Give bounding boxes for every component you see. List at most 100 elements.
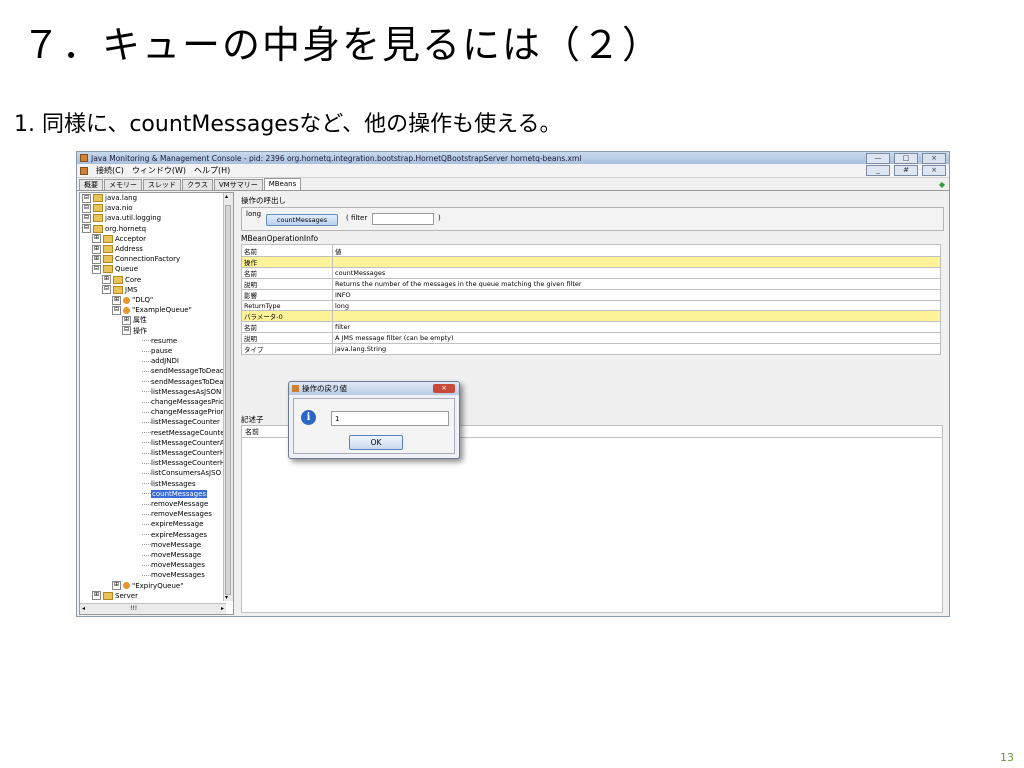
tab-mbeans[interactable]: MBeans xyxy=(263,178,302,190)
menu-window[interactable]: ウィンドウ(W) xyxy=(132,165,186,176)
table-row[interactable]: 名前 countMessages xyxy=(241,267,941,279)
table-row[interactable]: 操作 xyxy=(241,256,941,268)
tab-classes[interactable]: クラス xyxy=(182,179,213,190)
tree-node-label: changeMessagePriorit xyxy=(151,408,229,417)
close-button[interactable]: × xyxy=(922,152,946,164)
tree-node-label: listConsumersAsJSO xyxy=(151,469,222,478)
tree-node[interactable]: ⊞ Acceptor xyxy=(92,234,146,244)
tree-node[interactable]: ⊟ java.util.logging xyxy=(82,213,161,223)
tree-node[interactable]: ⊟ java.nio xyxy=(82,203,133,213)
tree-node[interactable]: ⊟ 操作 xyxy=(122,326,147,336)
tree-node[interactable]: ⊞ Server xyxy=(92,591,138,601)
tab-memory[interactable]: メモリー xyxy=(104,179,142,190)
expand-icon[interactable]: ⊞ xyxy=(92,234,101,244)
window-titlebar[interactable]: Java Monitoring & Management Console - p… xyxy=(77,152,949,164)
collapse-icon[interactable]: ⊟ xyxy=(82,224,91,234)
expand-icon[interactable]: ⊞ xyxy=(112,581,121,591)
inner-minimize-button[interactable]: _ xyxy=(866,165,890,176)
tree-node[interactable]: addJNDI xyxy=(142,356,179,366)
table-row[interactable]: ReturnType long xyxy=(241,300,941,311)
menu-connection[interactable]: 接続(C) xyxy=(96,165,124,176)
tree-node[interactable]: expireMessage xyxy=(142,519,203,529)
expand-icon[interactable]: ⊞ xyxy=(122,315,131,325)
tree-node[interactable]: moveMessage xyxy=(142,550,201,560)
table-row[interactable]: パラメータ-0 xyxy=(241,310,941,322)
folder-icon xyxy=(93,194,103,202)
tree-node[interactable]: ⊞ 属性 xyxy=(122,315,147,325)
tab-overview[interactable]: 概要 xyxy=(79,179,103,190)
collapse-icon[interactable]: ⊟ xyxy=(82,203,91,213)
tree-node[interactable]: ⊟ Queue xyxy=(92,264,138,274)
inner-close-button[interactable]: × xyxy=(922,165,946,176)
expand-icon[interactable]: ⊞ xyxy=(92,244,101,254)
tree-node[interactable]: listMessagesAsJSON xyxy=(142,387,221,397)
collapse-icon[interactable]: ⊟ xyxy=(82,193,91,203)
tree-node[interactable]: listMessages xyxy=(142,479,196,489)
tree-node[interactable]: ⊞ "ExpiryQueue" xyxy=(112,581,183,591)
tree-node[interactable]: expireMessages xyxy=(142,530,207,540)
scroll-down-icon[interactable]: ▾ xyxy=(225,594,228,601)
collapse-icon[interactable]: ⊟ xyxy=(112,305,121,315)
tree-node[interactable]: sendMessageToDeadL xyxy=(142,366,228,376)
tree-node[interactable]: ⊟ JMS xyxy=(102,285,138,295)
expand-icon[interactable]: ⊞ xyxy=(92,591,101,601)
tree-node[interactable]: listMessageCounterHi xyxy=(142,448,227,458)
tree-node[interactable]: changeMessagePriorit xyxy=(142,407,228,417)
expand-icon[interactable]: ⊞ xyxy=(112,295,121,305)
scroll-left-icon[interactable]: ◂ xyxy=(82,605,85,612)
tree-node[interactable]: listMessageCounter xyxy=(142,417,220,427)
tree-node[interactable]: removeMessages xyxy=(142,509,212,519)
ok-button[interactable]: OK xyxy=(349,435,403,450)
tree-node[interactable]: listConsumersAsJSO xyxy=(142,468,221,478)
tab-threads[interactable]: スレッド xyxy=(143,179,181,190)
inner-restore-button[interactable]: # xyxy=(894,165,918,176)
table-row[interactable]: 影響 INFO xyxy=(241,289,941,301)
scroll-grip[interactable]: !!! xyxy=(130,605,137,612)
collapse-icon[interactable]: ⊟ xyxy=(122,326,131,336)
connect-arrow-icon[interactable]: ◆ xyxy=(939,180,945,189)
table-row[interactable]: タイプ java.lang.String xyxy=(241,343,941,355)
table-row[interactable]: 説明 Returns the number of the messages in … xyxy=(241,278,941,290)
expand-icon[interactable]: ⊞ xyxy=(102,275,111,285)
scroll-right-icon[interactable]: ▸ xyxy=(221,605,224,612)
dialog-title: 操作の戻り値 xyxy=(302,384,347,393)
tree-node[interactable]: resume xyxy=(142,336,177,346)
scroll-up-icon[interactable]: ▴ xyxy=(225,193,228,200)
maximize-button[interactable]: □ xyxy=(894,152,918,164)
tree-node[interactable]: ⊟ "ExampleQueue" xyxy=(112,305,192,315)
return-type: long xyxy=(246,210,262,218)
tree-node[interactable]: moveMessages xyxy=(142,570,205,580)
tree-node[interactable]: ⊞ Address xyxy=(92,244,143,254)
expand-icon[interactable]: ⊞ xyxy=(92,254,101,264)
filter-input[interactable] xyxy=(372,213,434,225)
tree-node[interactable]: countMessages xyxy=(142,489,208,499)
tree-node[interactable]: ⊞ ConnectionFactory xyxy=(92,254,180,264)
dialog-close-button[interactable]: × xyxy=(433,384,455,393)
return-value-field[interactable]: 1 xyxy=(331,411,449,426)
tree-node[interactable]: sendMessagesToDead xyxy=(142,377,228,387)
tree-scroll-thumb[interactable] xyxy=(225,205,231,595)
tree-node[interactable]: listMessageCounterHi xyxy=(142,458,227,468)
tree-node[interactable]: resetMessageCounter xyxy=(142,428,227,438)
tree-node[interactable]: pause xyxy=(142,346,172,356)
tree-node[interactable]: listMessageCounterAs xyxy=(142,438,228,448)
table-row[interactable]: 説明 A JMS message filter (can be empty) xyxy=(241,332,941,344)
tree-node[interactable]: removeMessage xyxy=(142,499,208,509)
tree-node[interactable]: ⊞ "DLQ" xyxy=(112,295,153,305)
minimize-button[interactable]: — xyxy=(866,152,890,164)
tree-node[interactable]: ⊞ Core xyxy=(102,275,141,285)
collapse-icon[interactable]: ⊟ xyxy=(92,264,101,274)
tree-node[interactable]: changeMessagesPrior xyxy=(142,397,227,407)
tree-node[interactable]: ⊟ java.lang xyxy=(82,193,137,203)
tree-horizontal-scrollbar[interactable]: ◂ !!! ▸ xyxy=(80,603,226,614)
tab-vm-summary[interactable]: VMサマリー xyxy=(213,179,263,190)
tree-node[interactable]: ⊟ org.hornetq xyxy=(82,224,146,234)
collapse-icon[interactable]: ⊟ xyxy=(102,285,111,295)
count-messages-button[interactable]: countMessages xyxy=(266,214,338,226)
table-row[interactable]: 名前 filter xyxy=(241,321,941,333)
tree-vertical-scrollbar[interactable]: ▴ ▾ xyxy=(223,193,233,601)
tree-node[interactable]: moveMessage xyxy=(142,540,201,550)
menu-help[interactable]: ヘルプ(H) xyxy=(194,165,230,176)
collapse-icon[interactable]: ⊟ xyxy=(82,213,91,223)
tree-node[interactable]: moveMessages xyxy=(142,560,205,570)
